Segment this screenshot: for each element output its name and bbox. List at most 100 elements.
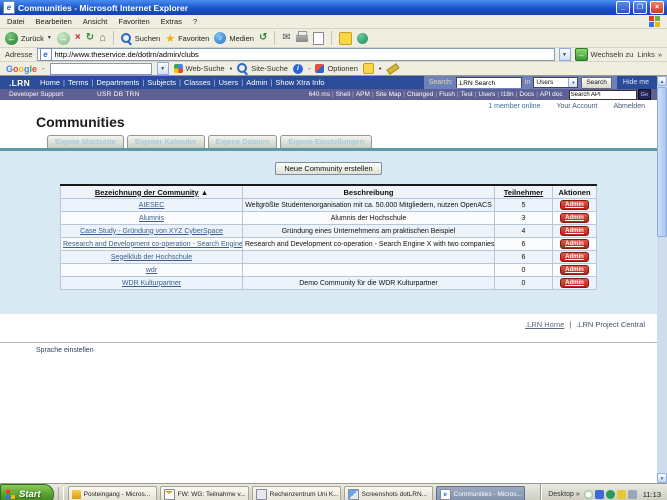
dev-apm[interactable]: APM	[356, 91, 370, 98]
page-info-icon[interactable]: i	[293, 64, 303, 74]
stop-icon[interactable]: ×	[75, 33, 81, 43]
task-fw-wg-teilnahme[interactable]: FW: WG: Teilnahme v...	[160, 486, 249, 500]
developer-support-label[interactable]: Developer Support	[0, 91, 97, 98]
admin-button[interactable]: Admin	[560, 278, 589, 288]
history-icon[interactable]: ↺	[259, 33, 267, 43]
desktop-toolbar[interactable]: Desktop »	[548, 491, 580, 498]
admin-button[interactable]: Admin	[560, 200, 589, 210]
search-button[interactable]: Suchen	[121, 33, 160, 44]
community-link[interactable]: Case Study - Gründung von XYZ CyberSpace	[80, 228, 223, 235]
community-link[interactable]: wdr	[146, 267, 157, 274]
menu-extras[interactable]: Extras	[161, 17, 182, 26]
scroll-down-icon[interactable]: ▼	[657, 473, 667, 483]
community-link[interactable]: AIESEC	[139, 202, 165, 209]
nav-users[interactable]: Users	[219, 78, 239, 87]
nav-terms[interactable]: Terms	[68, 78, 88, 87]
dev-test[interactable]: Test	[461, 91, 473, 98]
logout-link[interactable]: Abmelden	[613, 103, 645, 110]
scrollbar-thumb[interactable]	[657, 87, 667, 237]
back-dropdown-icon[interactable]: ▼	[47, 35, 52, 41]
dev-i18n[interactable]: I18n	[501, 91, 514, 98]
header-name[interactable]: Bezeichnung der Community ▲	[61, 185, 243, 199]
tab-eigene-einstellungen[interactable]: Eigene Einstellungen	[280, 135, 372, 148]
nav-departments[interactable]: Departments	[96, 78, 139, 87]
tab-eigener-kalender[interactable]: Eigener Kalender	[127, 135, 205, 148]
go-button[interactable]: → Wechseln zu	[575, 48, 634, 61]
web-search-button[interactable]: Web-Suche	[174, 64, 225, 73]
start-button[interactable]: Start	[0, 484, 54, 500]
dev-flush[interactable]: Flush	[439, 91, 455, 98]
members-online[interactable]: 1 member online	[488, 103, 540, 110]
google-search-input[interactable]	[51, 65, 151, 72]
community-link[interactable]: Alumnis	[139, 215, 164, 222]
nav-subjects[interactable]: Subjects	[147, 78, 176, 87]
dev-users[interactable]: Users	[478, 91, 495, 98]
favorites-button[interactable]: ★ Favoriten	[165, 32, 209, 45]
community-link[interactable]: Research and Development co-operation - …	[63, 241, 243, 248]
hide-me-link[interactable]: Hide me	[617, 79, 657, 86]
admin-button[interactable]: Admin	[560, 252, 589, 262]
tab-eigene-startseite[interactable]: Eigene Startseite	[47, 135, 124, 148]
admin-button[interactable]: Admin	[560, 239, 589, 249]
tray-antivirus-icon[interactable]	[606, 490, 615, 499]
menu-ansicht[interactable]: Ansicht	[83, 17, 108, 26]
address-input[interactable]	[55, 50, 552, 59]
dev-docs[interactable]: Docs	[519, 91, 534, 98]
forward-button[interactable]: →	[57, 32, 70, 45]
address-dropdown-icon[interactable]: ▼	[559, 48, 571, 61]
vertical-scrollbar[interactable]: ▲ ▼	[657, 76, 667, 483]
scrollbar-track[interactable]	[657, 237, 667, 473]
set-language-link[interactable]: Sprache einstellen	[36, 347, 94, 354]
discuss-icon[interactable]	[339, 32, 352, 45]
nav-classes[interactable]: Classes	[184, 78, 211, 87]
tray-clock-icon[interactable]	[584, 490, 593, 499]
tray-monitor-icon[interactable]	[628, 490, 637, 499]
dev-api-doc[interactable]: API doc	[540, 91, 563, 98]
highlighter-icon[interactable]	[386, 63, 399, 75]
taskbar-clock[interactable]: 11:13	[641, 490, 661, 499]
header-members-label[interactable]: Teilnehmer	[504, 188, 543, 197]
task-communities-active[interactable]: e Communities - Micros...	[436, 486, 525, 500]
dev-site-map[interactable]: Site Map	[376, 91, 402, 98]
dev-changed[interactable]: Changed	[407, 91, 433, 98]
messenger-icon[interactable]	[357, 33, 368, 44]
home-icon[interactable]: ⌂	[99, 33, 106, 44]
menu-datei[interactable]: Datei	[7, 17, 25, 26]
edit-icon[interactable]	[313, 32, 324, 45]
menu-favoriten[interactable]: Favoriten	[118, 17, 149, 26]
popup-blocker-icon[interactable]	[363, 63, 374, 74]
back-button[interactable]: ← Zurück ▼	[5, 32, 52, 45]
search-api-go-button[interactable]: Go	[638, 89, 651, 100]
tray-network-icon[interactable]	[595, 490, 604, 499]
menu-help[interactable]: ?	[193, 17, 197, 26]
tab-eigene-dateien[interactable]: Eigene Dateien	[208, 135, 278, 148]
site-search-button[interactable]: Site-Suche	[237, 63, 288, 74]
nav-home[interactable]: Home	[40, 78, 60, 87]
mail-icon[interactable]: ✉	[282, 33, 290, 43]
scroll-up-icon[interactable]: ▲	[657, 76, 667, 86]
developer-flags[interactable]: USR DB TRN	[97, 91, 159, 98]
dev-640ms[interactable]: 640 ms	[309, 91, 330, 98]
lrn-home-link[interactable]: .LRN Home	[525, 320, 564, 329]
restore-button[interactable]: ❐	[633, 1, 647, 14]
links-menu[interactable]: Links »	[637, 50, 662, 59]
task-screenshots[interactable]: Screenshots dotLRN...	[344, 486, 433, 500]
admin-button[interactable]: Admin	[560, 213, 589, 223]
tray-volume-icon[interactable]	[617, 490, 626, 499]
nav-show-xtra-info[interactable]: Show Xtra Info	[275, 78, 324, 87]
your-account-link[interactable]: Your Account	[556, 103, 597, 110]
admin-button[interactable]: Admin	[560, 265, 589, 275]
header-members[interactable]: Teilnehmer	[495, 185, 553, 199]
media-button[interactable]: ♪ Medien	[214, 32, 254, 44]
close-button[interactable]: ×	[650, 1, 664, 14]
lrn-search-input[interactable]	[457, 79, 521, 88]
new-community-button[interactable]: Neue Community erstellen	[275, 162, 381, 175]
lrn-search-button[interactable]: Search	[581, 77, 612, 89]
search-api-input[interactable]	[570, 91, 636, 99]
minimize-button[interactable]: _	[616, 1, 630, 14]
nav-admin[interactable]: Admin	[246, 78, 267, 87]
admin-button[interactable]: Admin	[560, 226, 589, 236]
print-icon[interactable]	[296, 34, 308, 42]
options-button[interactable]: Optionen	[315, 64, 357, 73]
lrn-logo[interactable]: .LRN	[0, 78, 40, 88]
